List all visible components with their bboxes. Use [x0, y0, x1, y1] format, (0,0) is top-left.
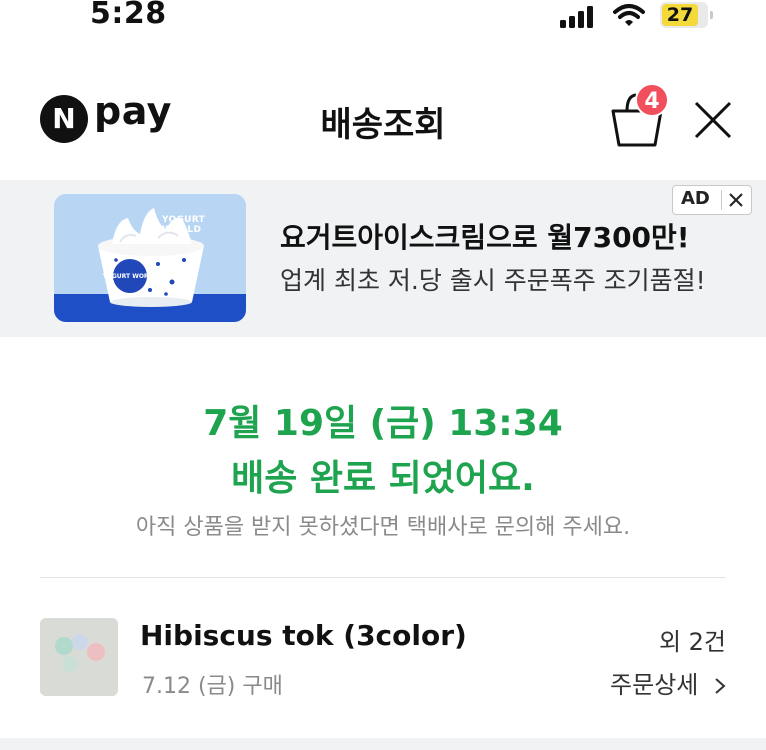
product-image [40, 618, 118, 696]
ad-subtitle[interactable]: 업계 최초 저.당 출시 주문폭주 조기품절! [280, 261, 706, 297]
ad-label: AD [681, 188, 710, 209]
purchase-date: 7.12 (금) 구매 [142, 674, 283, 699]
cup-label: YOGURT WORLD [102, 273, 158, 280]
ad-title[interactable]: 요거트아이스크림으로 월7300만! [280, 216, 690, 256]
status-bar: 5:28 27 [0, 0, 766, 40]
close-icon[interactable] [692, 99, 734, 141]
product-thumbnail[interactable] [40, 618, 118, 696]
status-time: 5:28 [90, 0, 167, 31]
cart-count-badge: 4 [635, 83, 669, 117]
order-item-count: 외 2건 [658, 628, 726, 656]
product-name[interactable]: Hibiscus tok (3color) [140, 619, 467, 652]
delivery-date: 7월 19일 (금) 13:34 [203, 403, 563, 444]
divider [40, 577, 726, 578]
ad-image[interactable]: YOGURT WORLD YOGURT WORLD [54, 194, 246, 322]
ad-banner[interactable]: YOGURT WORLD YOGURT WORLD 요거트아이스크림으로 월73… [0, 180, 766, 337]
yogurt-cup-illustration: YOGURT WORLD [54, 194, 246, 322]
section-separator [0, 738, 766, 750]
ad-tag[interactable]: AD [672, 185, 752, 215]
order-detail-label: 주문상세 [610, 671, 699, 699]
order-detail-link[interactable]: 주문상세 [610, 665, 726, 700]
chevron-right-icon [715, 678, 726, 694]
battery-level: 27 [666, 4, 694, 26]
wifi-icon [613, 4, 645, 26]
ad-close-icon[interactable] [727, 191, 745, 209]
delivery-note: 아직 상품을 받지 못하셨다면 택배사로 문의해 주세요. [135, 515, 631, 540]
delivery-status-message: 배송 완료 되었어요. [231, 458, 535, 499]
ad-image-brand-label: YOGURT WORLD [162, 215, 206, 235]
header: N pay 배송조회 4 [0, 75, 766, 165]
battery-icon: 27 [660, 2, 713, 28]
signal-icon [560, 6, 600, 28]
